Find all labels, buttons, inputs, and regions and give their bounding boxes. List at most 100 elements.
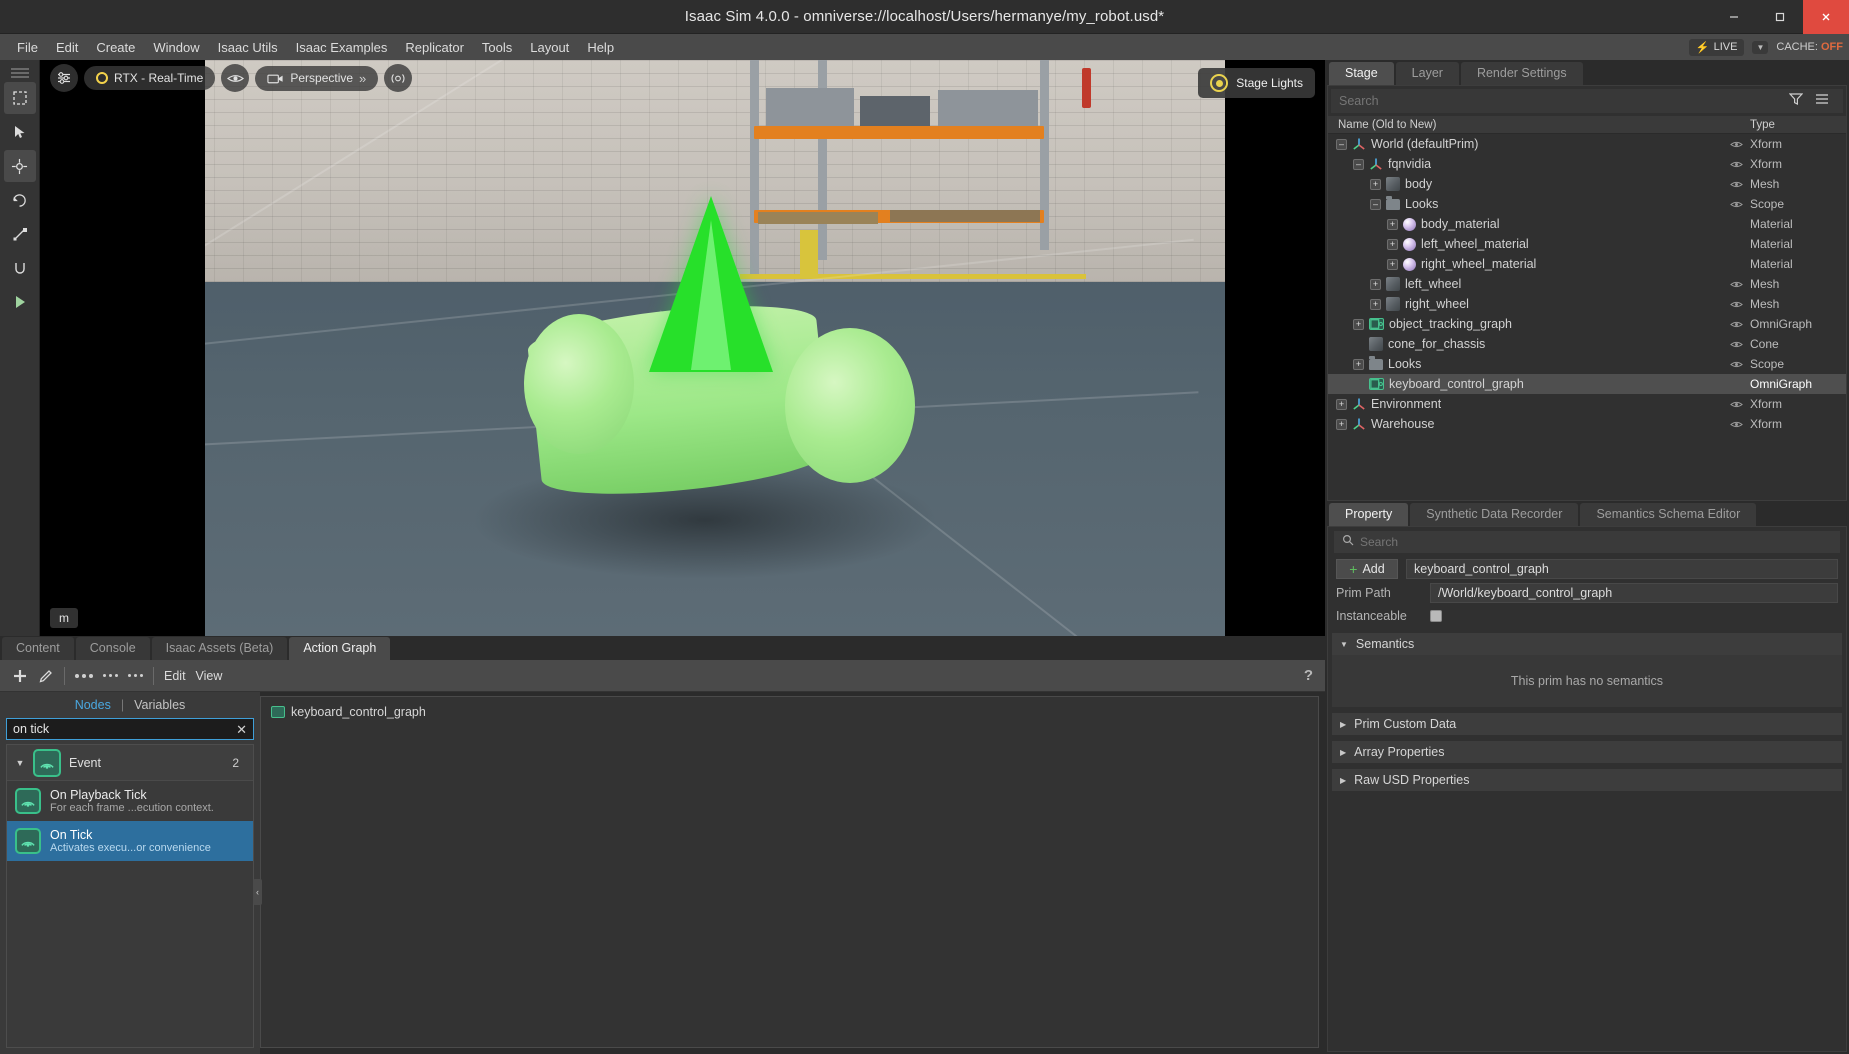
visibility-eye-icon[interactable] [1722, 400, 1750, 409]
column-header-type[interactable]: Type [1750, 119, 1846, 131]
column-header-name[interactable]: Name (Old to New) [1328, 119, 1722, 131]
chevron-down-icon[interactable]: ▼ [1752, 40, 1769, 54]
help-button[interactable]: ? [1304, 667, 1313, 684]
more-options-icon-2[interactable] [103, 674, 118, 677]
menu-create[interactable]: Create [87, 37, 144, 58]
visibility-eye-icon[interactable] [1722, 280, 1750, 289]
stage-search-box[interactable] [1331, 89, 1843, 113]
prim-custom-data-section[interactable]: ▶ Prim Custom Data [1332, 713, 1842, 735]
visibility-eye-icon[interactable] [1722, 180, 1750, 189]
stage-tree-row[interactable]: – fqnvidia Xform [1328, 154, 1846, 174]
menu-help[interactable]: Help [578, 37, 623, 58]
camera-chip[interactable]: Perspective » [255, 65, 379, 91]
semantics-section-header[interactable]: ▼ Semantics [1332, 633, 1842, 655]
tab-nodes[interactable]: Nodes [75, 698, 111, 712]
minimize-button[interactable] [1711, 0, 1757, 34]
stage-tree-row[interactable]: cone_for_chassis Cone [1328, 334, 1846, 354]
menu-isaac-examples[interactable]: Isaac Examples [287, 37, 397, 58]
menu-replicator[interactable]: Replicator [396, 37, 473, 58]
visibility-eye-icon[interactable] [1722, 140, 1750, 149]
stage-tree-row[interactable]: keyboard_control_graph OmniGraph [1328, 374, 1846, 394]
tab-variables[interactable]: Variables [134, 698, 185, 712]
property-search-input[interactable] [1360, 535, 1832, 549]
expand-toggle-icon[interactable]: + [1353, 358, 1364, 370]
visibility-eye-icon[interactable] [1722, 160, 1750, 169]
expand-toggle-icon[interactable]: + [1370, 178, 1381, 190]
menu-layout[interactable]: Layout [521, 37, 578, 58]
snap-tool-button[interactable] [4, 252, 36, 284]
instanceable-checkbox[interactable] [1430, 610, 1442, 622]
visibility-eye-icon[interactable] [1722, 320, 1750, 329]
menu-file[interactable]: File [8, 37, 47, 58]
expand-toggle-icon[interactable]: + [1387, 218, 1398, 230]
stage-tree-row[interactable]: + right_wheel Mesh [1328, 294, 1846, 314]
expand-toggle-icon[interactable]: + [1370, 298, 1381, 310]
more-options-icon-1[interactable] [75, 673, 93, 678]
stage-tree-row[interactable]: + object_tracking_graph OmniGraph [1328, 314, 1846, 334]
expand-toggle-icon[interactable]: + [1387, 238, 1398, 250]
tab-render-settings[interactable]: Render Settings [1460, 62, 1583, 85]
stage-search-input[interactable] [1339, 94, 1783, 108]
more-options-icon-3[interactable] [128, 674, 143, 677]
collapse-toggle-icon[interactable]: – [1336, 138, 1347, 150]
edit-menu-button[interactable]: Edit [164, 669, 186, 683]
options-menu-icon[interactable] [1809, 92, 1835, 110]
play-button[interactable] [4, 286, 36, 318]
property-search-box[interactable] [1334, 531, 1840, 553]
stage-lights-chip[interactable]: Stage Lights [1198, 68, 1315, 98]
stage-tree-row[interactable]: + body_material Material [1328, 214, 1846, 234]
graph-canvas[interactable]: keyboard_control_graph ‹ [253, 696, 1319, 1048]
rotate-tool-button[interactable] [4, 184, 36, 216]
collapse-toggle-icon[interactable]: – [1370, 198, 1381, 210]
clear-search-icon[interactable]: ✕ [230, 723, 247, 736]
chevron-right-icon[interactable]: » [359, 71, 366, 86]
node-search-input[interactable] [13, 722, 231, 736]
maximize-button[interactable] [1757, 0, 1803, 34]
prim-path-value[interactable]: /World/keyboard_control_graph [1430, 583, 1838, 603]
expand-toggle-icon[interactable]: + [1370, 278, 1381, 290]
tab-isaac-assets[interactable]: Isaac Assets (Beta) [151, 637, 288, 660]
visibility-eye-icon[interactable] [1722, 340, 1750, 349]
move-tool-button[interactable] [3, 150, 36, 182]
menu-window[interactable]: Window [144, 37, 208, 58]
array-properties-section[interactable]: ▶ Array Properties [1332, 741, 1842, 763]
menu-edit[interactable]: Edit [47, 37, 87, 58]
tab-property[interactable]: Property [1329, 503, 1409, 526]
live-toggle[interactable]: ⚡ LIVE [1688, 38, 1745, 56]
collapse-toggle-icon[interactable]: – [1353, 158, 1364, 170]
tab-stage[interactable]: Stage [1329, 62, 1394, 85]
stage-tree-row[interactable]: – Looks Scope [1328, 194, 1846, 214]
stage-tree-row[interactable]: – World (defaultPrim) Xform [1328, 134, 1846, 154]
stage-tree-row[interactable]: + right_wheel_material Material [1328, 254, 1846, 274]
stage-tree-row[interactable]: + Looks Scope [1328, 354, 1846, 374]
visibility-eye-icon[interactable] [1722, 200, 1750, 209]
chevron-down-icon[interactable]: ▼ [15, 758, 25, 768]
stage-tree-row[interactable]: + left_wheel Mesh [1328, 274, 1846, 294]
visibility-eye-icon[interactable] [1722, 360, 1750, 369]
stage-tree[interactable]: – World (defaultPrim) Xform – fqnvidia Xform +… [1328, 134, 1846, 500]
viewport-settings-button[interactable] [50, 64, 78, 92]
edit-pencil-icon[interactable] [38, 668, 54, 684]
visibility-eye-icon[interactable] [1722, 300, 1750, 309]
menu-isaac-utils[interactable]: Isaac Utils [209, 37, 287, 58]
tab-console[interactable]: Console [75, 637, 150, 660]
scale-tool-button[interactable] [4, 218, 36, 250]
close-button[interactable] [1803, 0, 1849, 34]
visibility-eye-icon[interactable] [1722, 420, 1750, 429]
stage-tree-row[interactable]: + left_wheel_material Material [1328, 234, 1846, 254]
viewport-3d[interactable]: RTX - Real-Time Perspective » Stage Ligh… [40, 60, 1325, 636]
expand-toggle-icon[interactable]: + [1387, 258, 1398, 270]
expand-toggle-icon[interactable]: + [1336, 398, 1347, 410]
stage-tree-row[interactable]: + Warehouse Xform [1328, 414, 1846, 434]
panel-collapse-handle[interactable]: ‹ [253, 879, 262, 905]
cursor-tool-button[interactable] [4, 116, 36, 148]
node-item-on-tick[interactable]: On Tick Activates execu...or convenience [7, 821, 253, 861]
stage-tree-row[interactable]: + body Mesh [1328, 174, 1846, 194]
select-tool-button[interactable] [3, 82, 36, 114]
expand-toggle-icon[interactable]: + [1353, 318, 1364, 330]
tab-synthetic-data-recorder[interactable]: Synthetic Data Recorder [1410, 503, 1579, 526]
node-category-event[interactable]: ▼ Event 2 [7, 745, 253, 781]
node-item-on-playback-tick[interactable]: On Playback Tick For each frame ...ecuti… [7, 781, 253, 821]
menu-tools[interactable]: Tools [473, 37, 521, 58]
raw-usd-properties-section[interactable]: ▶ Raw USD Properties [1332, 769, 1842, 791]
